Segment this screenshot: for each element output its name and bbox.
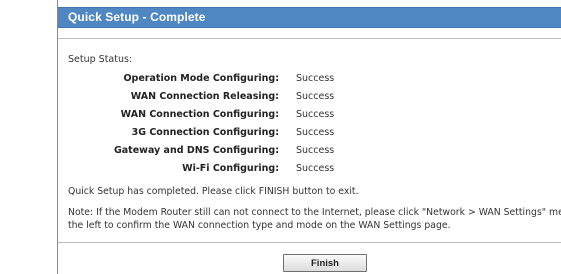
status-value: Success — [296, 145, 335, 156]
status-label: Gateway and DNS Configuring: — [113, 145, 279, 156]
note-line: Note: If the Modem Router still can not … — [68, 207, 561, 218]
panel-header: Quick Setup - Complete — [58, 7, 561, 28]
status-label: 3G Connection Configuring: — [131, 127, 279, 138]
note-text: Note: If the Modem Router still can not … — [68, 206, 561, 232]
top-divider — [58, 38, 561, 39]
status-value: Success — [296, 91, 335, 102]
setup-status-title: Setup Status: — [68, 54, 133, 65]
note-line: the left to confirm the WAN connection t… — [68, 220, 451, 231]
status-row-gateway-dns: Gateway and DNS Configuring: Success — [58, 144, 561, 158]
status-value: Success — [296, 127, 335, 138]
status-value: Success — [296, 73, 335, 84]
bottom-divider — [58, 242, 561, 243]
status-label: WAN Connection Releasing: — [130, 91, 279, 102]
status-row-3g-configuring: 3G Connection Configuring: Success — [58, 126, 561, 140]
status-label: Wi-Fi Configuring: — [182, 163, 279, 174]
status-value: Success — [296, 163, 335, 174]
status-value: Success — [296, 109, 335, 120]
status-row-wan-configuring: WAN Connection Configuring: Success — [58, 108, 561, 122]
completion-message: Quick Setup has completed. Please click … — [68, 186, 359, 197]
status-row-operation-mode: Operation Mode Configuring: Success — [58, 72, 561, 86]
status-label: Operation Mode Configuring: — [123, 73, 279, 84]
page-title: Quick Setup - Complete — [68, 10, 206, 24]
finish-button[interactable]: Finish — [283, 254, 367, 272]
quick-setup-panel: Quick Setup - Complete Setup Status: Ope… — [57, 0, 561, 274]
status-row-wifi: Wi-Fi Configuring: Success — [58, 162, 561, 176]
status-label: WAN Connection Configuring: — [120, 109, 279, 120]
status-row-wan-releasing: WAN Connection Releasing: Success — [58, 90, 561, 104]
